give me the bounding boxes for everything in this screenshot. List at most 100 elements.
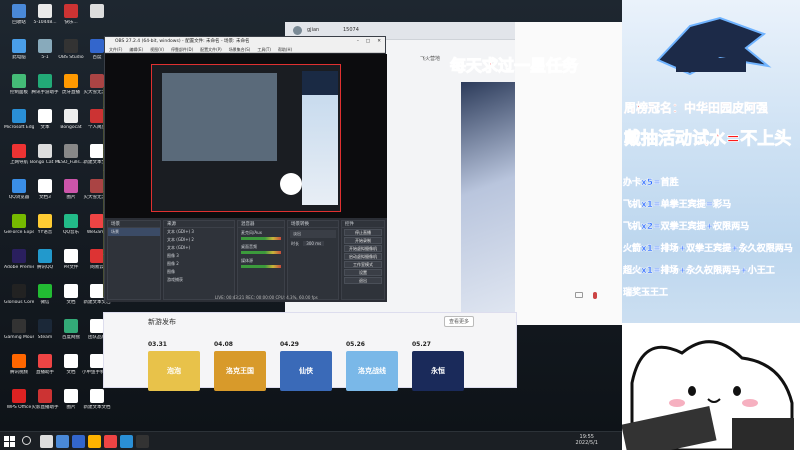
source-item[interactable]: 图像 3 bbox=[164, 252, 234, 260]
transition-select[interactable]: 淡出 bbox=[290, 230, 336, 238]
obs-menu-item[interactable]: 文件(F) bbox=[109, 47, 122, 52]
obs-menu-item[interactable]: 帮助(H) bbox=[278, 47, 292, 52]
obs-control-button[interactable]: 停止直播 bbox=[344, 229, 382, 236]
user-avatar[interactable] bbox=[293, 26, 302, 35]
obs-menu-item[interactable]: 视图(V) bbox=[150, 47, 164, 52]
desktop-icon-image bbox=[64, 319, 78, 333]
scenes-dock: 场景 场景 bbox=[107, 220, 161, 300]
taskbar-app-icon[interactable] bbox=[136, 435, 149, 448]
obs-control-button[interactable]: 开始录制 bbox=[344, 237, 382, 244]
obs-control-button[interactable]: 退出 bbox=[344, 277, 382, 284]
taskbar-app-icon[interactable] bbox=[120, 435, 133, 448]
controls-header: 控件 bbox=[342, 221, 384, 228]
source-item[interactable]: 文本 (GDI+) 2 bbox=[164, 236, 234, 244]
release-card[interactable]: 04.29 仙侠 bbox=[280, 341, 332, 391]
volume-meter[interactable] bbox=[241, 251, 281, 254]
mic-icon[interactable] bbox=[593, 292, 597, 299]
obs-control-button[interactable]: 工作室模式 bbox=[344, 261, 382, 268]
taskbar-app-icon[interactable] bbox=[56, 435, 69, 448]
obs-control-button[interactable]: 设置 bbox=[344, 269, 382, 276]
release-card[interactable]: 04.08 洛克王国 bbox=[214, 341, 266, 391]
desktop-icon-image bbox=[90, 354, 104, 368]
desktop-icon-image bbox=[90, 214, 104, 228]
camera-icon[interactable] bbox=[575, 292, 583, 298]
mixer-channel-label: 麦克风/Aux bbox=[241, 230, 262, 235]
obs-control-button[interactable]: 开始虚拟摄像机 bbox=[344, 245, 382, 252]
bongo-cat bbox=[622, 323, 800, 450]
desktop-icon-image bbox=[64, 4, 78, 18]
desktop-icon-image bbox=[90, 389, 104, 403]
release-card[interactable]: 05.26 洛克战线 bbox=[346, 341, 398, 391]
obs-status-bar: LIVE: 00:43:21 REC: 00:00:00 CPU: 4.3%, … bbox=[215, 295, 318, 300]
mixer-header: 混音器 bbox=[238, 221, 284, 228]
desktop-icon-image bbox=[90, 319, 104, 333]
taskbar-app-icon[interactable] bbox=[104, 435, 117, 448]
preview-logo bbox=[302, 71, 338, 95]
event-title: 戴抽活动试水=不上头 bbox=[624, 129, 792, 150]
taskbar-app-icon[interactable] bbox=[72, 435, 85, 448]
desktop-icon[interactable] bbox=[82, 4, 112, 20]
taskbar-app-icon[interactable] bbox=[88, 435, 101, 448]
volume-meter[interactable] bbox=[241, 237, 281, 240]
desktop-icon-image bbox=[12, 144, 26, 158]
search-icon[interactable] bbox=[22, 436, 31, 445]
preview-canvas[interactable] bbox=[151, 64, 341, 212]
source-item[interactable]: 图像 2 bbox=[164, 260, 234, 268]
duration-input[interactable]: 300 ms bbox=[303, 241, 325, 246]
preview-sidebar bbox=[302, 95, 338, 205]
source-item[interactable]: 游戏捕获 bbox=[164, 276, 234, 284]
mixer-channel-label: 桌面音频 bbox=[241, 244, 257, 249]
new-release-panel: 新游发布 查看更多 03.31 泡泡 04.08 洛克王国 04.29 仙侠 05.26 洛克… bbox=[103, 312, 517, 391]
obs-docks: 场景 场景 来源 文本 (GDI+) 3 文本 (GDI+) 2 文本 (GDI+)… bbox=[105, 218, 387, 302]
obs-preview[interactable] bbox=[105, 54, 387, 239]
release-card[interactable]: 05.27 永恒 bbox=[412, 341, 464, 391]
system-clock[interactable]: 19:55 2022/5/1 bbox=[576, 434, 598, 446]
duration-row: 时长 300 ms bbox=[288, 240, 338, 248]
desktop-icon-image bbox=[12, 39, 26, 53]
sources-list: 文本 (GDI+) 3 文本 (GDI+) 2 文本 (GDI+) 图像 3 图像 2图… bbox=[164, 228, 234, 284]
obs-maximize-icon[interactable]: □ bbox=[366, 37, 370, 46]
gift-rule: 瑞奖玉王工 bbox=[623, 288, 669, 298]
desktop-icon-image bbox=[90, 284, 104, 298]
obs-menu-item[interactable]: 停靠部件(D) bbox=[171, 47, 193, 52]
desktop-icon-image bbox=[64, 214, 78, 228]
desktop-icon-image bbox=[12, 74, 26, 88]
desktop-icon-image bbox=[64, 389, 78, 403]
desktop-icon-image bbox=[12, 214, 26, 228]
desktop-icon-image bbox=[64, 144, 78, 158]
desktop-icon-image bbox=[38, 389, 52, 403]
obs-menu-item[interactable]: 场景集合(S) bbox=[229, 47, 251, 52]
controls-dock: 控件 停止直播 开始录制 开始虚拟摄像机 启动虚拟摄像机 工作室模式 设置 退出 bbox=[341, 220, 385, 300]
source-item[interactable]: 图像 bbox=[164, 268, 234, 276]
view-more-button[interactable]: 查看更多 bbox=[444, 316, 475, 327]
clock-date: 2022/5/1 bbox=[575, 440, 598, 446]
duration-label: 时长 bbox=[291, 241, 299, 246]
transitions-header: 场景转换 bbox=[288, 221, 338, 228]
desktop-icon-image bbox=[12, 109, 26, 123]
start-button[interactable] bbox=[4, 436, 15, 447]
desktop-icon[interactable]: 新建文本文档 bbox=[82, 389, 112, 410]
desktop-icon-image bbox=[38, 144, 52, 158]
release-card[interactable]: 03.31 泡泡 bbox=[148, 341, 200, 391]
gift-rule: 火箭x1=排场+双拳王宾提+永久权限两马 bbox=[623, 244, 793, 254]
obs-menu-item[interactable]: 编辑(E) bbox=[129, 47, 143, 52]
release-cover: 洛克战线 bbox=[346, 351, 398, 391]
source-item[interactable]: 文本 (GDI+) 3 bbox=[164, 228, 234, 236]
desktop-icon-image bbox=[38, 319, 52, 333]
obs-minimize-icon[interactable]: – bbox=[357, 37, 359, 46]
obs-window[interactable]: OBS 27.2.4 (64-bit, windows) - 配置文件: 未命名… bbox=[104, 36, 387, 302]
nav-tab[interactable]: 飞火营地 bbox=[420, 55, 440, 62]
release-date: 05.26 bbox=[346, 341, 365, 348]
obs-control-button[interactable]: 启动虚拟摄像机 bbox=[344, 253, 382, 260]
obs-close-icon[interactable]: ✕ bbox=[377, 37, 381, 46]
release-cover: 洛克王国 bbox=[214, 351, 266, 391]
desktop-icon-image bbox=[38, 179, 52, 193]
obs-title: OBS 27.2.4 (64-bit, windows) - 配置文件: 未命名… bbox=[115, 39, 250, 44]
source-item[interactable]: 文本 (GDI+) bbox=[164, 244, 234, 252]
scene-item[interactable]: 场景 bbox=[108, 228, 160, 236]
obs-menu-item[interactable]: 配置文件(P) bbox=[200, 47, 222, 52]
taskbar-app-icon[interactable] bbox=[40, 435, 53, 448]
volume-meter[interactable] bbox=[241, 265, 281, 268]
obs-menu-item[interactable]: 工具(T) bbox=[257, 47, 271, 52]
desktop-icon-image bbox=[90, 39, 104, 53]
